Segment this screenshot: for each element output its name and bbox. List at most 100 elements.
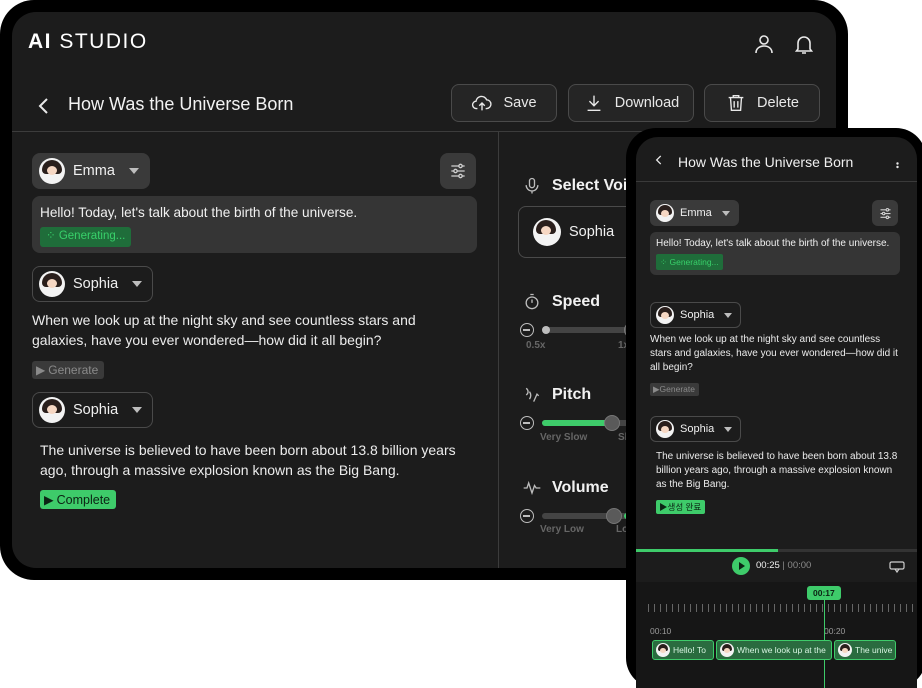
- avatar: [656, 306, 674, 324]
- minus-circle-icon[interactable]: [520, 509, 534, 523]
- avatar: [656, 643, 670, 657]
- app-logo: AI STUDIO: [28, 30, 148, 53]
- timeline[interactable]: 00:10 00:20 00:17 Hello! To When we look…: [636, 582, 917, 688]
- delete-label: Delete: [757, 95, 799, 111]
- script-block-1[interactable]: Hello! Today, let's talk about the birth…: [32, 196, 477, 253]
- play-icon: ▶: [44, 493, 54, 507]
- pitch-heading: Pitch: [522, 385, 591, 405]
- select-voice-heading: Select Voi: [522, 176, 627, 196]
- chevron-down-icon: [721, 210, 730, 216]
- more-vertical-icon[interactable]: [896, 159, 899, 169]
- delete-button[interactable]: Delete: [704, 84, 820, 122]
- chevron-down-icon: [132, 281, 143, 287]
- save-button[interactable]: Save: [451, 84, 557, 122]
- download-label: Download: [614, 95, 680, 111]
- chevron-down-icon: [128, 168, 139, 174]
- voice-name: Sophia: [569, 224, 615, 240]
- avatar: [720, 643, 734, 657]
- chevron-down-icon: [132, 407, 143, 413]
- timeline-label: 00:10: [650, 626, 672, 636]
- chevron-down-icon: [724, 312, 733, 318]
- cloud-upload-icon: [472, 95, 493, 111]
- sliders-icon: [880, 207, 890, 219]
- generate-button[interactable]: ▶Generate: [32, 361, 105, 379]
- minus-circle-icon[interactable]: [520, 416, 534, 430]
- chevron-down-icon: [724, 426, 733, 432]
- slider-dot: [542, 326, 550, 334]
- phone-title-bar: How Was the Universe Born: [636, 137, 917, 181]
- phone-page-title: How Was the Universe Born: [678, 154, 854, 170]
- speed-heading: Speed: [522, 292, 600, 312]
- volume-min-label: Very Low: [540, 524, 584, 535]
- back-arrow-icon[interactable]: [32, 94, 56, 118]
- stopwatch-icon: [525, 293, 539, 310]
- microphone-icon: [525, 177, 539, 194]
- waveform-icon: [523, 480, 541, 496]
- speaker-select-sophia[interactable]: Sophia: [32, 392, 154, 428]
- script-block-3[interactable]: The universe is believed to have been bo…: [656, 450, 902, 492]
- phone-header-divider: [636, 181, 917, 182]
- speaker-name: Sophia: [680, 309, 715, 321]
- timeline-ruler: [648, 604, 917, 612]
- speaker-name: Sophia: [73, 276, 119, 292]
- script-block-1[interactable]: Hello! Today, let's talk about the birth…: [650, 232, 900, 275]
- pitch-min-label: Very Slow: [540, 432, 588, 443]
- avatar: [656, 204, 674, 222]
- phone-frame: How Was the Universe Born Emma Hello! To…: [626, 128, 922, 688]
- playhead-time-badge: 00:17: [807, 586, 841, 600]
- subtitle-icon[interactable]: [889, 560, 905, 574]
- timeline-clip[interactable]: Hello! To: [652, 640, 714, 660]
- block-settings-button[interactable]: [440, 153, 476, 189]
- complete-badge: ▶ Complete: [40, 490, 117, 509]
- avatar: [39, 397, 65, 423]
- speed-min-label: 0.5x: [526, 340, 546, 351]
- avatar: [838, 643, 852, 657]
- speaker-select-emma[interactable]: Emma: [650, 200, 739, 226]
- block-settings-button[interactable]: [872, 200, 898, 226]
- page-title: How Was the Universe Born: [68, 94, 294, 114]
- pitch-icon: [525, 387, 540, 402]
- timeline-clip[interactable]: When we look up at the: [716, 640, 832, 660]
- bell-icon[interactable]: [792, 32, 816, 56]
- slider-knob[interactable]: [604, 415, 620, 431]
- speaker-select-emma[interactable]: Emma: [32, 153, 150, 189]
- phone-screen: How Was the Universe Born Emma Hello! To…: [636, 137, 917, 688]
- trash-icon: [728, 94, 744, 112]
- panel-divider: [498, 132, 499, 568]
- player-controls: 00:25 | 00:00: [636, 552, 917, 582]
- back-arrow-icon[interactable]: [652, 153, 666, 167]
- sliders-icon: [451, 163, 465, 179]
- timeline-clip[interactable]: The unive: [834, 640, 896, 660]
- speaker-select-sophia[interactable]: Sophia: [650, 302, 742, 328]
- save-label: Save: [503, 95, 537, 111]
- avatar: [39, 271, 65, 297]
- download-button[interactable]: Download: [568, 84, 694, 122]
- volume-heading: Volume: [522, 478, 609, 498]
- timeline-label: 00:20: [824, 626, 846, 636]
- speaker-name: Emma: [680, 207, 712, 219]
- complete-badge: ▶생성 완료: [656, 500, 706, 514]
- script-text: Hello! Today, let's talk about the birth…: [656, 238, 890, 249]
- play-icon: ▶: [659, 502, 668, 512]
- minus-circle-icon[interactable]: [520, 323, 534, 337]
- avatar: [533, 218, 561, 246]
- speaker-name: Sophia: [73, 402, 119, 418]
- script-block-3[interactable]: The universe is believed to have been bo…: [40, 440, 470, 480]
- script-block-2[interactable]: When we look up at the night sky and see…: [32, 310, 452, 350]
- generating-badge: ⁘ Generating...: [656, 254, 723, 270]
- script-text: Hello! Today, let's talk about the birth…: [40, 205, 358, 220]
- play-button[interactable]: [732, 557, 750, 575]
- play-icon: ▶: [36, 363, 46, 377]
- avatar: [39, 158, 65, 184]
- slider-knob[interactable]: [606, 508, 622, 524]
- user-icon[interactable]: [752, 32, 776, 56]
- speaker-name: Sophia: [680, 423, 715, 435]
- generating-badge: ⁘ Generating...: [40, 227, 132, 247]
- generate-button[interactable]: ▶Generate: [650, 383, 699, 396]
- time-readout: 00:25 | 00:00: [756, 560, 812, 571]
- speaker-select-sophia[interactable]: Sophia: [32, 266, 154, 302]
- avatar: [656, 420, 674, 438]
- speaker-select-sophia[interactable]: Sophia: [650, 416, 742, 442]
- download-icon: [587, 95, 601, 112]
- script-block-2[interactable]: When we look up at the night sky and see…: [650, 333, 904, 375]
